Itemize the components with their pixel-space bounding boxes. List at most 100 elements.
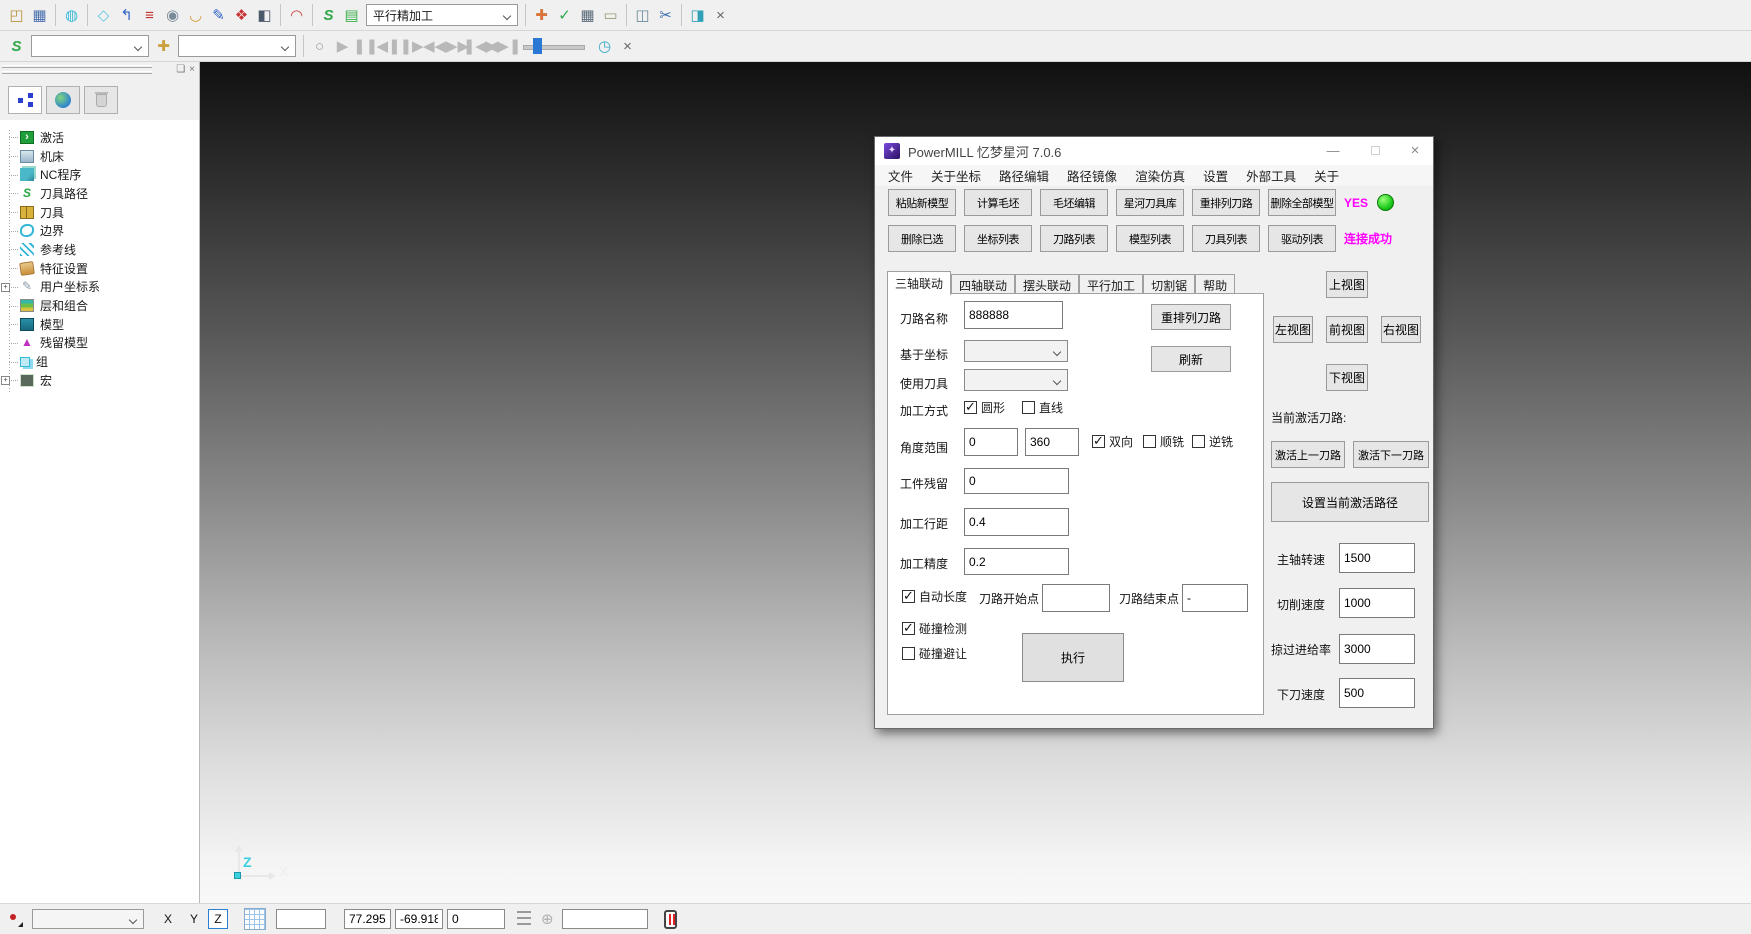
- record-dot-icon[interactable]: [6, 910, 24, 928]
- start-point-input[interactable]: [1042, 584, 1110, 612]
- slider-handle[interactable]: [533, 38, 542, 54]
- workplane-compass-icon[interactable]: ⊕: [541, 910, 554, 928]
- view-top-button[interactable]: 上视图: [1326, 271, 1368, 298]
- tab-tilt-head[interactable]: 摆头联动: [1015, 274, 1079, 295]
- tree-item-workplanes[interactable]: 用户坐标系: [0, 278, 199, 297]
- boundary-icon[interactable]: ◡: [184, 3, 207, 27]
- auto-length-checkbox-row[interactable]: 自动长度: [902, 588, 967, 605]
- toolpath-name-input[interactable]: [964, 301, 1063, 329]
- rewind-icon[interactable]: ◀◀: [423, 34, 446, 58]
- strategy-list-icon[interactable]: ▤: [340, 3, 363, 27]
- tab-web[interactable]: [46, 86, 80, 114]
- menu-settings[interactable]: 设置: [1194, 166, 1237, 185]
- tab-3axis[interactable]: 三轴联动: [887, 271, 951, 295]
- simulation-speed-slider[interactable]: [523, 38, 585, 54]
- tree-item-stock-models[interactable]: 残留模型: [0, 334, 199, 353]
- tool-list-button[interactable]: 刀具列表: [1192, 225, 1260, 252]
- menu-file[interactable]: 文件: [879, 166, 922, 185]
- tree-item-tools[interactable]: 刀具: [0, 203, 199, 222]
- menu-render-sim[interactable]: 渲染仿真: [1126, 166, 1194, 185]
- refresh-button[interactable]: 刷新: [1151, 346, 1231, 372]
- use-tool-select[interactable]: [964, 369, 1068, 391]
- tab-saw[interactable]: 切割锯: [1143, 274, 1195, 295]
- tab-help[interactable]: 帮助: [1195, 274, 1235, 295]
- tab-recycle-bin[interactable]: [84, 86, 118, 114]
- toolbar-close-icon[interactable]: ×: [616, 34, 639, 58]
- statusbar-field-empty2[interactable]: [562, 909, 648, 929]
- activate-next-button[interactable]: 激活下一刀路: [1353, 441, 1429, 468]
- circle-checkbox-row[interactable]: 圆形: [964, 399, 1005, 416]
- pattern-pencil-icon[interactable]: ✎: [207, 3, 230, 27]
- cutting-feed-input[interactable]: [1339, 588, 1415, 618]
- toolpath-strategy-icon[interactable]: ↰: [115, 3, 138, 27]
- tree-item-machine[interactable]: 机床: [0, 147, 199, 166]
- axis-x-button[interactable]: X: [158, 909, 178, 929]
- toolpath-list-button[interactable]: 刀路列表: [1040, 225, 1108, 252]
- rearrange-button[interactable]: 重排列刀路: [1151, 304, 1231, 330]
- activate-prev-button[interactable]: 激活上一刀路: [1271, 441, 1345, 468]
- tool-icon[interactable]: ✚: [152, 34, 175, 58]
- conventional-checkbox-row[interactable]: 逆铣: [1192, 433, 1233, 450]
- stepover-input[interactable]: [964, 508, 1069, 536]
- dialog-titlebar[interactable]: ✦ PowerMILL 忆梦星河 7.0.6 — ×: [875, 137, 1433, 165]
- collision-avoid-checkbox-row[interactable]: 碰撞避让: [902, 645, 967, 662]
- paste-model-button[interactable]: 粘贴新模型: [888, 189, 956, 216]
- ruler-icon[interactable]: ▭: [599, 3, 622, 27]
- panel-gripper[interactable]: [2, 65, 152, 68]
- calc-stock-button[interactable]: 计算毛坯: [964, 189, 1032, 216]
- drill-icon[interactable]: ◠: [285, 3, 308, 27]
- menu-ext-tools[interactable]: 外部工具: [1237, 166, 1305, 185]
- clock-icon[interactable]: ◷: [593, 34, 616, 58]
- coordinate-x-field[interactable]: [344, 909, 391, 929]
- tab-explorer-tree[interactable]: [8, 86, 42, 114]
- menu-path-edit[interactable]: 路径编辑: [990, 166, 1058, 185]
- close-button[interactable]: ×: [1400, 137, 1430, 164]
- set-active-path-button[interactable]: 设置当前激活路径: [1271, 482, 1429, 522]
- conventional-checkbox[interactable]: [1192, 435, 1205, 448]
- tree-item-boundaries[interactable]: 边界: [0, 221, 199, 240]
- open-file-icon[interactable]: ◰: [5, 3, 28, 27]
- maximize-button[interactable]: [1360, 137, 1390, 164]
- models-pair-icon[interactable]: ◨: [686, 3, 709, 27]
- tree-item-models[interactable]: 模型: [0, 315, 199, 334]
- tree-item-feature-sets[interactable]: 特征设置: [0, 259, 199, 278]
- plunge-feed-input[interactable]: [1339, 678, 1415, 708]
- pause-icon[interactable]: ❚❚: [354, 34, 377, 58]
- tab-4axis[interactable]: 四轴联动: [951, 274, 1015, 295]
- toolpath-dropdown[interactable]: [31, 35, 149, 57]
- menu-about[interactable]: 关于: [1305, 166, 1348, 185]
- close-panel-icon[interactable]: ×: [189, 64, 195, 75]
- tool-pair-icon[interactable]: ◫: [631, 3, 654, 27]
- tree-item-nc-programs[interactable]: NC程序: [0, 165, 199, 184]
- view-right-button[interactable]: 右视图: [1381, 316, 1421, 343]
- coordinate-y-field[interactable]: [395, 909, 443, 929]
- rapid-feed-input[interactable]: [1339, 634, 1415, 664]
- powermill-logo-icon[interactable]: S: [5, 34, 28, 58]
- ball-tool-icon[interactable]: ◉: [161, 3, 184, 27]
- collision-check-checkbox[interactable]: [902, 622, 915, 635]
- view-front-button[interactable]: 前视图: [1326, 316, 1368, 343]
- execute-button[interactable]: 执行: [1022, 633, 1124, 682]
- collision-avoid-checkbox[interactable]: [902, 647, 915, 660]
- tab-parallel[interactable]: 平行加工: [1079, 274, 1143, 295]
- tree-item-macros[interactable]: 宏: [0, 371, 199, 390]
- step-back-icon[interactable]: ◀❚: [377, 34, 400, 58]
- points-icon[interactable]: ❖: [230, 3, 253, 27]
- statusbar-dropdown[interactable]: [32, 909, 144, 929]
- axis-y-button[interactable]: Y: [184, 909, 204, 929]
- rearrange-toolpaths-button[interactable]: 重排列刀路: [1192, 189, 1260, 216]
- step-forward-icon[interactable]: ❚▶: [400, 34, 423, 58]
- tree-item-groups[interactable]: 组: [0, 352, 199, 371]
- grid-toggle-icon[interactable]: [244, 908, 266, 930]
- spindle-speed-input[interactable]: [1339, 543, 1415, 573]
- climb-checkbox-row[interactable]: 顺铣: [1143, 433, 1184, 450]
- line-checkbox[interactable]: [1022, 401, 1035, 414]
- tree-item-activate[interactable]: 激活: [0, 128, 199, 147]
- minimize-button[interactable]: —: [1318, 137, 1348, 164]
- light-bulb-icon[interactable]: ○: [308, 34, 331, 58]
- tool-dropdown[interactable]: [178, 35, 296, 57]
- delete-all-models-button[interactable]: 删除全部模型: [1268, 189, 1336, 216]
- device-connection-icon[interactable]: [664, 910, 677, 929]
- tool-block-icon[interactable]: ◧: [253, 3, 276, 27]
- base-coord-select[interactable]: [964, 340, 1068, 362]
